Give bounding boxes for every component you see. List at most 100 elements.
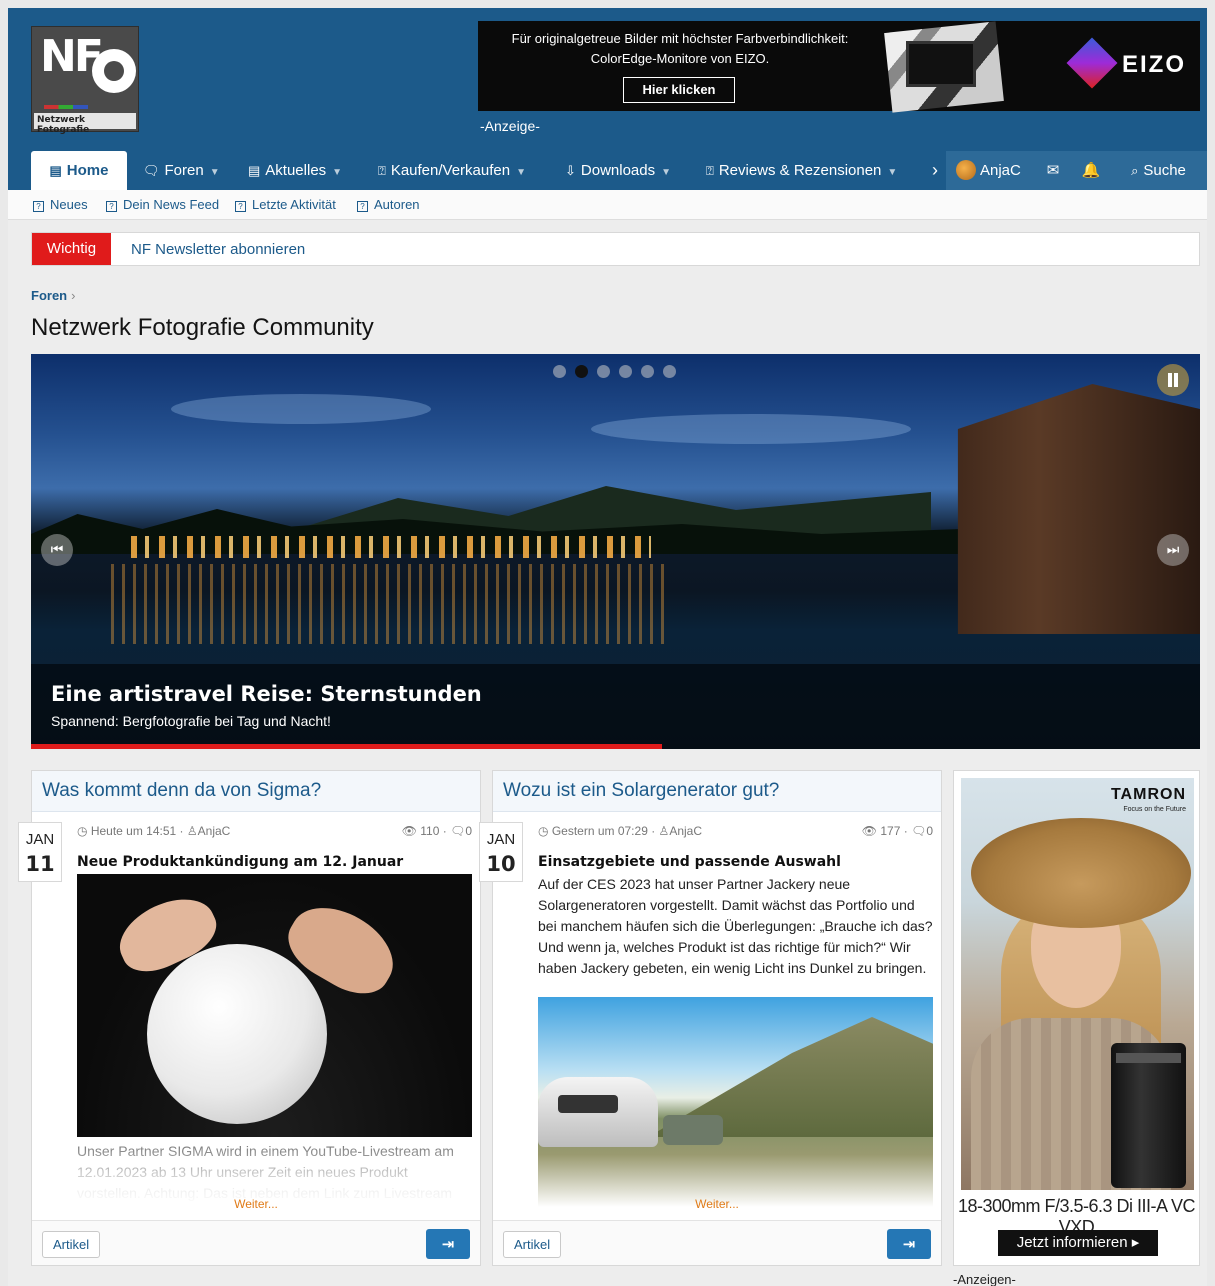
user-name: AnjaC: [980, 162, 1021, 179]
chat-icon: 🗨: [143, 163, 160, 178]
article-card: Wozu ist ein Solargenerator gut? ◷ Geste…: [492, 770, 942, 1266]
article-image[interactable]: [538, 997, 933, 1207]
newspaper-icon: ▤: [248, 163, 261, 178]
date-month: JAN: [25, 831, 55, 848]
open-article-button[interactable]: ⇥: [887, 1229, 931, 1259]
slider-dot[interactable]: [597, 365, 610, 378]
subnav-letzte-label: Letzte Aktivität: [252, 197, 336, 212]
ad-label: -Anzeige-: [480, 118, 540, 134]
lens-image: [1111, 1043, 1186, 1188]
search-button[interactable]: ⌕ Suche: [1110, 151, 1207, 190]
aperture-icon: [92, 49, 136, 93]
article-author[interactable]: AnjaC: [198, 824, 231, 838]
search-label: Suche: [1143, 162, 1186, 179]
eye-icon: 👁: [401, 824, 421, 838]
user-icon: ♙: [186, 824, 198, 838]
article-header: Wozu ist ein Solargenerator gut?: [493, 771, 941, 812]
article-excerpt: Auf der CES 2023 hat unser Partner Jacke…: [538, 876, 933, 976]
pause-icon[interactable]: [1157, 364, 1189, 396]
previous-slide-icon[interactable]: ⏮: [41, 534, 73, 566]
logo-caption: Netzwerk Fotografie: [34, 113, 136, 135]
clock-icon: ◷: [77, 824, 91, 838]
article-author[interactable]: AnjaC: [669, 824, 702, 838]
slider-dot[interactable]: [619, 365, 632, 378]
article-image[interactable]: [77, 874, 472, 1137]
question-box-icon: ⍰: [378, 163, 386, 178]
newspaper-icon: ▤: [49, 163, 62, 178]
article-title[interactable]: Was kommt denn da von Sigma?: [42, 780, 321, 802]
notice-bar: Wichtig NF Newsletter abonnieren: [31, 232, 1200, 266]
slide-progress-bar: [31, 744, 663, 749]
featured-slider[interactable]: ⏮ ⏭ Eine artistravel Reise: Sternstunden…: [31, 354, 1200, 749]
article-tag[interactable]: Artikel: [503, 1231, 562, 1258]
nav-home-label: Home: [66, 162, 109, 179]
read-more-link[interactable]: Weiter...: [32, 1197, 480, 1211]
subnav-neues[interactable]: ? Neues: [33, 197, 88, 212]
nav-user[interactable]: AnjaC: [946, 151, 1034, 190]
slide-cloud: [591, 414, 911, 444]
chevron-down-icon: ▼: [661, 167, 672, 178]
newsletter-link[interactable]: NF Newsletter abonnieren: [131, 241, 305, 258]
nav-foren-label: Foren: [164, 162, 204, 179]
slider-dot[interactable]: [553, 365, 566, 378]
article-footer: Artikel ⇥: [493, 1220, 941, 1265]
ad-brand: TAMRON: [1110, 786, 1186, 803]
question-box-icon: ?: [357, 201, 368, 212]
article-title[interactable]: Wozu ist ein Solargenerator gut?: [503, 780, 779, 802]
article-meta: ◷ Gestern um 07:29 · ♙AnjaC 👁 177 · 🗨0: [538, 824, 933, 838]
ad-image: TAMRON Focus on the Future: [961, 778, 1194, 1190]
open-article-button[interactable]: ⇥: [426, 1229, 470, 1259]
article-subtitle: Neue Produktankündigung am 12. Januar: [77, 854, 404, 870]
ad-text-line1: Für originalgetreue Bilder mit höchster …: [511, 31, 849, 46]
subnav-letzte-aktivitaet[interactable]: ? Letzte Aktivität: [235, 197, 336, 212]
clock-icon: ◷: [538, 824, 552, 838]
nav-kaufen-verkaufen[interactable]: ⍰ Kaufen/Verkaufen ▼: [378, 151, 526, 190]
ad-text: Für originalgetreue Bilder mit höchster …: [490, 29, 870, 69]
subnav-news-feed[interactable]: ? Dein News Feed: [106, 197, 219, 212]
ad-click-button[interactable]: Hier klicken: [623, 77, 735, 103]
trailer-image: [538, 1077, 658, 1147]
sphere-image: [147, 944, 327, 1124]
subnav-autoren[interactable]: ? Autoren: [357, 197, 420, 212]
ad-label: -Anzeigen-: [953, 1272, 1016, 1286]
date-day: 10: [486, 852, 516, 876]
question-box-icon: ?: [33, 201, 44, 212]
breadcrumb-foren[interactable]: Foren: [31, 288, 67, 303]
nav-downloads-label: Downloads: [580, 162, 656, 179]
read-more-link[interactable]: Weiter...: [493, 1197, 941, 1211]
nav-aktuelles[interactable]: ▤ Aktuelles ▼: [248, 151, 342, 190]
nav-more-chevron-icon[interactable]: ›: [932, 151, 938, 190]
eizo-ad-banner[interactable]: Für originalgetreue Bilder mit höchster …: [478, 21, 1200, 113]
article-stats: 👁 177 · 🗨0: [861, 824, 933, 838]
article-card: Was kommt denn da von Sigma? ◷ Heute um …: [31, 770, 481, 1266]
slide-title[interactable]: Eine artistravel Reise: Sternstunden: [51, 682, 482, 706]
next-slide-icon[interactable]: ⏭: [1157, 534, 1189, 566]
view-count: 177: [880, 824, 901, 838]
chevron-down-icon: ▼: [887, 167, 898, 178]
nav-reviews-label: Reviews & Rezensionen: [718, 162, 882, 179]
subnav-autoren-label: Autoren: [374, 197, 420, 212]
search-icon: ⌕: [1131, 163, 1139, 178]
nav-reviews[interactable]: ⍰ Reviews & Rezensionen ▼: [706, 151, 897, 190]
logo-color-bars: [44, 105, 88, 109]
eye-icon: 👁: [861, 824, 881, 838]
tamron-ad[interactable]: TAMRON Focus on the Future 18-300mm F/3.…: [953, 770, 1200, 1266]
ad-tagline: Focus on the Future: [1123, 806, 1186, 813]
question-box-icon: ?: [235, 201, 246, 212]
nav-home[interactable]: ▤ Home: [31, 151, 127, 190]
ad-cta-button[interactable]: Jetzt informieren ▸: [998, 1230, 1158, 1256]
inbox-icon[interactable]: ✉: [1034, 151, 1072, 190]
date-day: 11: [25, 852, 55, 876]
bell-icon[interactable]: 🔔: [1072, 151, 1110, 190]
nav-foren[interactable]: 🗨 Foren ▼: [143, 151, 220, 190]
slider-dot[interactable]: [575, 365, 588, 378]
user-icon: ♙: [658, 824, 670, 838]
slider-dot[interactable]: [641, 365, 654, 378]
site-logo[interactable]: NF Netzwerk Fotografie: [31, 26, 139, 135]
article-tag[interactable]: Artikel: [42, 1231, 101, 1258]
slider-dot[interactable]: [663, 365, 676, 378]
slide-village-lights: [131, 536, 651, 558]
nav-downloads[interactable]: ⇩ Downloads ▼: [565, 151, 671, 190]
main-nav: ▤ Home 🗨 Foren ▼ ▤ Aktuelles ▼ ⍰ Kaufen/Verkau…: [8, 151, 1207, 190]
monitor-image: [906, 41, 976, 87]
